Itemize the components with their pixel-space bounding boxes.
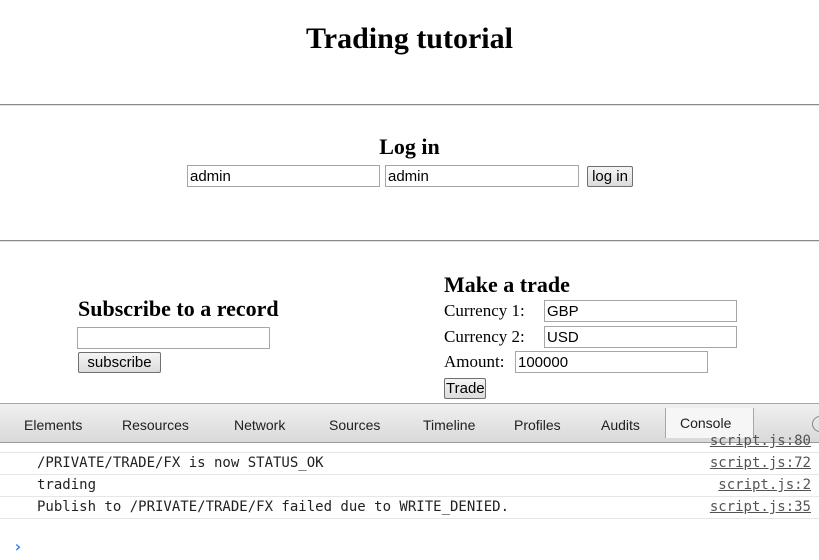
console-source-link[interactable]: script.js:80 xyxy=(710,433,811,449)
amount-label: Amount: xyxy=(444,352,505,371)
console-output: script.js:80 /PRIVATE/TRADE/FX is now ST… xyxy=(0,433,819,560)
console-source-link[interactable]: script.js:2 xyxy=(718,477,811,493)
console-message: /PRIVATE/TRADE/FX is now STATUS_OK xyxy=(37,455,324,471)
page-title: Trading tutorial xyxy=(306,22,513,55)
console-row: trading script.js:2 xyxy=(0,475,819,497)
divider xyxy=(0,104,819,106)
username-input[interactable] xyxy=(187,165,380,187)
trading-page: Trading tutorial Log in log in Subscribe… xyxy=(0,0,819,403)
currency1-label: Currency 1: xyxy=(444,301,525,320)
search-icon[interactable] xyxy=(812,416,819,432)
console-row: script.js:80 xyxy=(0,431,819,453)
divider xyxy=(0,240,819,242)
trade-button[interactable]: Trade xyxy=(444,378,486,399)
console-prompt-icon[interactable]: › xyxy=(13,537,23,556)
console-message: Publish to /PRIVATE/TRADE/FX failed due … xyxy=(37,499,510,515)
subscribe-heading: Subscribe to a record xyxy=(78,296,279,321)
currency2-label: Currency 2: xyxy=(444,327,525,346)
trade-heading: Make a trade xyxy=(444,272,570,297)
currency2-input[interactable] xyxy=(544,326,737,348)
console-source-link[interactable]: script.js:72 xyxy=(710,455,811,471)
currency1-input[interactable] xyxy=(544,300,737,322)
login-button[interactable]: log in xyxy=(587,166,633,187)
subscribe-button[interactable]: subscribe xyxy=(78,352,161,373)
login-heading: Log in xyxy=(379,134,440,159)
console-message: trading xyxy=(37,477,97,493)
subscribe-input[interactable] xyxy=(77,327,270,349)
password-input[interactable] xyxy=(385,165,579,187)
console-source-link[interactable]: script.js:35 xyxy=(710,499,811,515)
amount-input[interactable] xyxy=(515,351,708,373)
devtools-panel: Elements Resources Network Sources Timel… xyxy=(0,403,819,560)
console-row: Publish to /PRIVATE/TRADE/FX failed due … xyxy=(0,497,819,519)
console-row: /PRIVATE/TRADE/FX is now STATUS_OK scrip… xyxy=(0,453,819,475)
